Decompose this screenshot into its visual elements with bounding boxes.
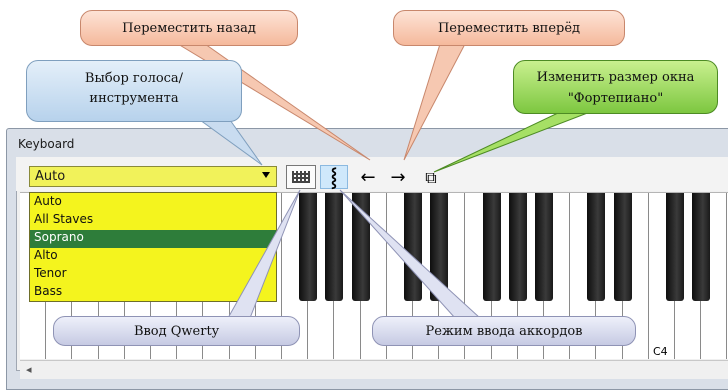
callout-move-back: Переместить назад [80, 10, 298, 46]
voice-option[interactable]: Bass [30, 284, 276, 302]
move-back-button[interactable]: ← [356, 165, 380, 189]
black-key[interactable] [692, 193, 711, 301]
black-key[interactable] [430, 193, 449, 301]
voice-option[interactable]: All Staves [30, 212, 276, 230]
black-key[interactable] [508, 193, 527, 301]
screenshot-stage: Keyboard C4 ◂ Auto Auto All Staves Sopra… [0, 0, 728, 390]
black-key[interactable] [404, 193, 422, 301]
arrow-left-icon: ← [360, 166, 376, 188]
voice-option[interactable]: Alto [30, 248, 276, 266]
callout-move-forward: Переместить вперёд [393, 10, 625, 46]
middle-c-label: C4 [653, 345, 668, 358]
black-key[interactable] [666, 193, 684, 301]
black-key[interactable] [587, 193, 606, 301]
callout-chord-mode: Режим ввода аккордов [372, 316, 636, 346]
qwerty-input-button[interactable] [286, 165, 316, 189]
black-key[interactable] [325, 193, 344, 301]
move-forward-button[interactable]: → [386, 165, 410, 189]
voice-dropdown-list: Auto All Staves Soprano Alto Tenor Bass [29, 192, 277, 302]
voice-option-selected[interactable]: Soprano [30, 230, 276, 248]
window-title: Keyboard [18, 137, 75, 151]
voice-selector[interactable]: Auto [29, 166, 277, 187]
chord-mode-icon: ⸾ [330, 167, 338, 188]
resize-window-icon: ⧉ [425, 168, 437, 187]
keyboard-grid-icon [292, 171, 310, 183]
black-key[interactable] [613, 193, 632, 301]
callout-resize-window: Изменить размер окна "Фортепиано" [513, 60, 718, 114]
voice-selector-value: Auto [35, 169, 66, 184]
chord-mode-button[interactable]: ⸾ [320, 165, 348, 189]
arrow-right-icon: → [390, 166, 406, 188]
callout-qwerty-input: Ввод Qwerty [53, 316, 300, 346]
voice-option[interactable]: Auto [30, 194, 276, 212]
scroll-left-icon[interactable]: ◂ [26, 363, 32, 376]
black-key[interactable] [351, 193, 370, 301]
black-key[interactable] [535, 193, 553, 301]
chevron-down-icon[interactable] [262, 172, 270, 178]
resize-window-button[interactable]: ⧉ [418, 166, 444, 190]
voice-option[interactable]: Tenor [30, 266, 276, 284]
black-key[interactable] [299, 193, 318, 301]
horizontal-scrollbar[interactable]: ◂ [20, 360, 728, 379]
black-key[interactable] [482, 193, 501, 301]
callout-voice-select: Выбор голоса/инструмента [26, 60, 242, 122]
